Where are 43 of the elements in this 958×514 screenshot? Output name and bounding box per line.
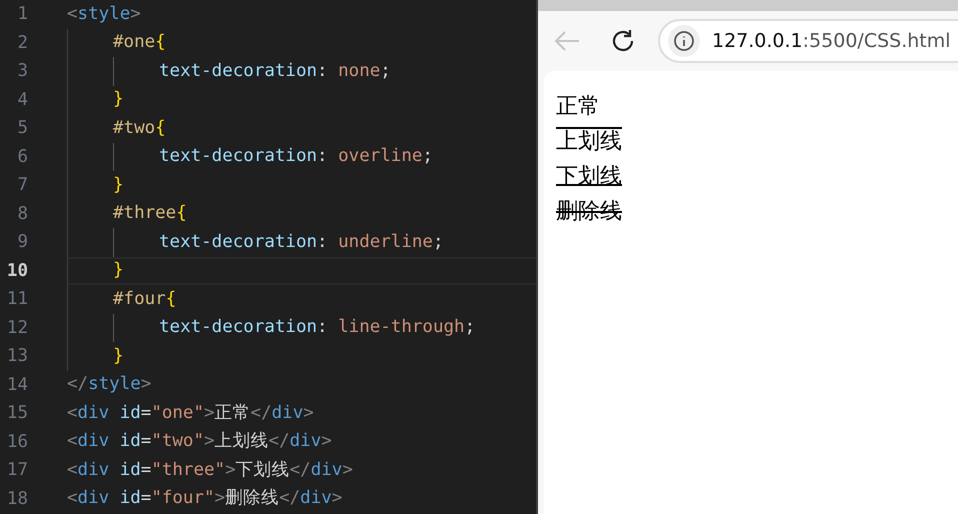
info-icon[interactable]	[668, 25, 700, 57]
code-line: text-decoration: underline;	[159, 234, 444, 251]
line-number: 17	[6, 460, 28, 480]
line-number: 15	[6, 403, 28, 424]
line-number: 8	[16, 204, 28, 224]
code-line: }	[113, 91, 124, 108]
code-line: <div id="three">下划线</div>	[67, 462, 353, 479]
page-text: 下划线	[556, 163, 622, 191]
code-line: <div id="one">正常</div>	[67, 404, 314, 422]
code-line: #four{	[113, 290, 176, 308]
address-bar[interactable]: 127.0.0.1:5500/CSS.html	[658, 19, 958, 63]
page-text: 删除线	[556, 198, 622, 226]
line-number: 13	[6, 346, 28, 366]
code-line: text-decoration: none;	[159, 62, 391, 80]
line-number: 10	[6, 260, 28, 281]
code-line: <div id="four">删除线</div>	[67, 490, 342, 508]
url-text: 127.0.0.1:5500/CSS.html	[712, 30, 951, 52]
line-number: 12	[6, 318, 28, 338]
line-number: 6	[16, 146, 28, 167]
line-number: 9	[16, 232, 28, 252]
page-text: 上划线	[556, 128, 622, 156]
line-number: 4	[16, 90, 28, 110]
line-number: 3	[16, 61, 28, 82]
code-line: }	[113, 262, 124, 280]
code-line: <div id="two">上划线</div>	[67, 433, 332, 450]
line-number: 1	[16, 4, 28, 24]
code-line: text-decoration: line-through;	[159, 319, 476, 336]
code-line: #three{	[113, 205, 187, 222]
code-line: <style>	[67, 6, 141, 23]
line-number: 2	[16, 32, 28, 53]
code-line: text-decoration: overline;	[159, 148, 433, 166]
code-line: #two{	[113, 120, 166, 137]
line-number: 16	[6, 432, 28, 452]
code-line: }	[113, 348, 124, 365]
line-number: 18	[6, 488, 28, 509]
line-number: 5	[16, 118, 28, 138]
code-line: }	[113, 176, 124, 194]
code-line: #one{	[113, 34, 166, 52]
page-text: 正常	[556, 93, 600, 121]
line-number: 7	[16, 175, 28, 196]
code-line: </style>	[67, 376, 152, 394]
line-number: 11	[6, 289, 28, 310]
line-number: 14	[6, 374, 28, 395]
